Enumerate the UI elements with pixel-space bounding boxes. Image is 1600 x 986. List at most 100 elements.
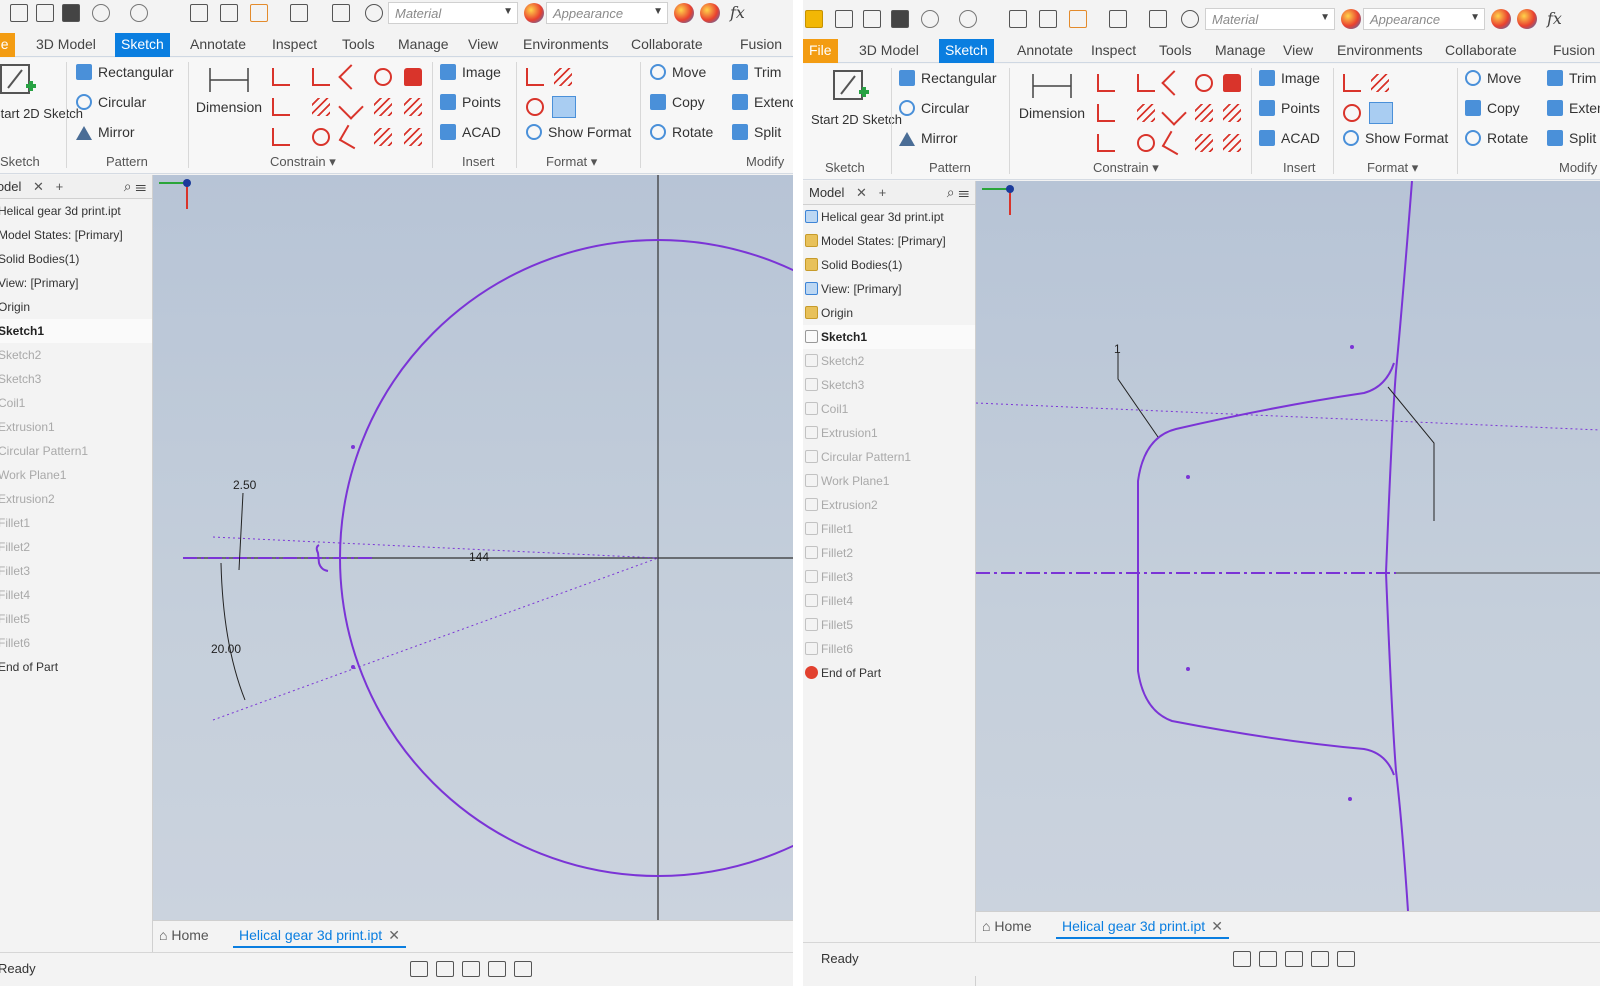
center-point-icon[interactable] bbox=[526, 98, 544, 116]
construction-format-icon[interactable] bbox=[1343, 74, 1361, 92]
adjust-appearance-icon[interactable] bbox=[1491, 9, 1511, 29]
centerline-icon[interactable] bbox=[1223, 134, 1241, 152]
tab-annotate[interactable]: Annotate bbox=[184, 33, 252, 57]
grid-icon[interactable] bbox=[410, 961, 428, 977]
snap-icon[interactable] bbox=[1259, 951, 1277, 967]
tab-tools[interactable]: Tools bbox=[336, 33, 381, 57]
sketch-point[interactable] bbox=[1350, 345, 1354, 349]
tab-file[interactable]: File bbox=[0, 33, 15, 57]
sketch-point[interactable] bbox=[1348, 797, 1352, 801]
tree-item[interactable]: Model States: [Primary] bbox=[0, 223, 152, 247]
insert-points-button[interactable]: Points bbox=[440, 94, 501, 110]
appearance-combo[interactable]: Appearance ▼ bbox=[1363, 8, 1485, 30]
tree-item[interactable]: Sketch3 bbox=[803, 373, 975, 397]
constraint-icon[interactable] bbox=[1285, 951, 1303, 967]
tree-item[interactable]: Extrusion2 bbox=[803, 493, 975, 517]
new-icon[interactable] bbox=[10, 4, 28, 22]
vertical-constraint-icon[interactable] bbox=[1223, 104, 1241, 122]
undo-icon[interactable] bbox=[921, 10, 939, 28]
dimension-button[interactable]: Dimension bbox=[1015, 70, 1089, 121]
tree-item[interactable]: View: [Primary] bbox=[0, 271, 152, 295]
copy-button[interactable]: Copy bbox=[650, 94, 705, 110]
infer-icon[interactable] bbox=[1337, 951, 1355, 967]
start-2d-sketch-button[interactable]: Start 2D Sketch bbox=[0, 62, 83, 122]
dim-2-50-text[interactable]: 2.50 bbox=[233, 478, 257, 492]
home-icon[interactable] bbox=[1009, 10, 1027, 28]
root-leader[interactable] bbox=[1387, 386, 1435, 521]
copy-button[interactable]: Copy bbox=[1465, 100, 1520, 116]
parallel-constraint-icon[interactable] bbox=[312, 98, 330, 116]
root-circle-arc[interactable] bbox=[1384, 181, 1413, 911]
appearance-combo[interactable]: Appearance ▼ bbox=[546, 2, 668, 24]
vertical-constraint-icon[interactable] bbox=[404, 98, 422, 116]
construction-icon[interactable] bbox=[374, 128, 392, 146]
tab-manage[interactable]: Manage bbox=[392, 33, 455, 57]
tab-annotate[interactable]: Annotate bbox=[1011, 39, 1079, 63]
close-icon[interactable]: ✕ bbox=[856, 185, 867, 200]
sketch-point[interactable] bbox=[1186, 475, 1190, 479]
tree-item[interactable]: Sketch2 bbox=[803, 349, 975, 373]
extend-button[interactable]: Extend bbox=[732, 94, 793, 110]
parameters-fx-icon[interactable]: fx bbox=[730, 3, 745, 22]
show-constraints-icon[interactable] bbox=[338, 124, 364, 150]
fix-constraint-icon[interactable] bbox=[1223, 74, 1241, 92]
tree-item[interactable]: Fillet5 bbox=[803, 613, 975, 637]
dim-angle-arc[interactable] bbox=[220, 562, 246, 701]
horizontal-constraint-icon[interactable] bbox=[1161, 100, 1187, 126]
tree-item[interactable]: Fillet4 bbox=[0, 583, 152, 607]
tab-sketch[interactable]: Sketch bbox=[939, 39, 994, 63]
dimension-button[interactable]: Dimension bbox=[194, 64, 264, 115]
tree-item[interactable]: Model States: [Primary] bbox=[803, 229, 975, 253]
rotate-button[interactable]: Rotate bbox=[1465, 130, 1528, 146]
tree-item[interactable]: Coil1 bbox=[803, 397, 975, 421]
material-combo[interactable]: Material ▼ bbox=[1205, 8, 1335, 30]
close-icon[interactable]: ✕ bbox=[388, 927, 400, 943]
format-toggle-icon[interactable] bbox=[1369, 102, 1393, 124]
update-icon[interactable] bbox=[1069, 10, 1087, 28]
app-logo-icon[interactable] bbox=[805, 10, 823, 28]
tree-item[interactable]: Work Plane1 bbox=[0, 463, 152, 487]
tab-3d-model[interactable]: 3D Model bbox=[853, 39, 925, 63]
construction-icon[interactable] bbox=[1195, 134, 1213, 152]
tree-item[interactable]: Extrusion2 bbox=[0, 487, 152, 511]
tooth-profile[interactable] bbox=[1137, 362, 1395, 776]
tangent-constraint-icon[interactable] bbox=[1161, 70, 1187, 96]
fillet-leader[interactable] bbox=[1117, 353, 1159, 438]
tree-item[interactable]: Origin bbox=[803, 301, 975, 325]
redo-icon[interactable] bbox=[959, 10, 977, 28]
tree-item[interactable]: Circular Pattern1 bbox=[803, 445, 975, 469]
search-icon[interactable]: ⌕ ☰ bbox=[124, 178, 146, 195]
rectangular-pattern-button[interactable]: Rectangular bbox=[899, 70, 997, 86]
home-tab[interactable]: ⌂ Home bbox=[159, 927, 209, 943]
tree-item[interactable]: Work Plane1 bbox=[803, 469, 975, 493]
dof-icon[interactable] bbox=[1311, 951, 1329, 967]
smooth-constraint-icon[interactable] bbox=[272, 128, 290, 146]
tab-fusion[interactable]: Fusion bbox=[1547, 39, 1600, 63]
trim-button[interactable]: Trim bbox=[732, 64, 781, 80]
close-icon[interactable]: ✕ bbox=[33, 179, 44, 194]
search-icon[interactable]: ⌕ ☰ bbox=[947, 184, 969, 201]
tree-item[interactable]: Fillet6 bbox=[803, 637, 975, 661]
tab-fusion[interactable]: Fusion bbox=[734, 33, 788, 57]
tree-item[interactable]: Sketch3 bbox=[0, 367, 152, 391]
collinear-constraint-icon[interactable] bbox=[1097, 104, 1115, 122]
window-icon[interactable] bbox=[220, 4, 238, 22]
trim-button[interactable]: Trim bbox=[1547, 70, 1596, 86]
tree-item[interactable]: View: [Primary] bbox=[803, 277, 975, 301]
split-button[interactable]: Split bbox=[732, 124, 781, 140]
file-tab[interactable]: Helical gear 3d print.ipt ✕ bbox=[1056, 916, 1229, 939]
parameters-fx-icon[interactable]: fx bbox=[1547, 9, 1562, 28]
tree-item[interactable]: Sketch1 bbox=[803, 325, 975, 349]
dof-icon[interactable] bbox=[488, 961, 506, 977]
tree-item[interactable]: Fillet5 bbox=[0, 607, 152, 631]
format-group-label[interactable]: Format ▾ bbox=[546, 154, 597, 170]
move-button[interactable]: Move bbox=[1465, 70, 1521, 86]
measure-icon[interactable] bbox=[1149, 10, 1167, 28]
material-combo[interactable]: Material ▼ bbox=[388, 2, 518, 24]
snap-icon[interactable] bbox=[436, 961, 454, 977]
show-format-button[interactable]: Show Format bbox=[1343, 130, 1448, 146]
insert-points-button[interactable]: Points bbox=[1259, 100, 1320, 116]
concentric-constraint-icon[interactable] bbox=[1195, 74, 1213, 92]
driven-dimension-icon[interactable] bbox=[554, 68, 572, 86]
insert-acad-button[interactable]: ACAD bbox=[440, 124, 501, 140]
